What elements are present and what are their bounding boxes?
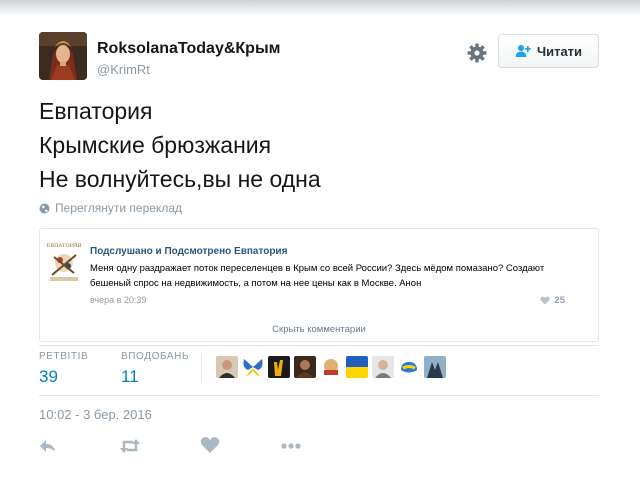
top-gradient-band xyxy=(0,0,640,14)
reply-icon[interactable] xyxy=(38,436,64,458)
divider xyxy=(39,395,599,396)
add-user-icon xyxy=(515,45,531,57)
avatar-portrait-icon xyxy=(39,32,87,80)
tweet-text: Евпатория Крымские брюзжания Не волнуйте… xyxy=(39,94,321,196)
retweets-count[interactable]: 39 xyxy=(39,367,58,387)
likes-label: ВПОДОБАНЬ xyxy=(121,351,190,362)
avatar[interactable] xyxy=(39,32,87,80)
stats-separator xyxy=(201,353,202,383)
tweet-line: Крымские брюзжания xyxy=(39,132,272,158)
embedded-post-image[interactable]: ЕВПАТОРИЯ Подслушано и Подсмотрено Евпат… xyxy=(39,228,599,342)
liker-avatar[interactable] xyxy=(346,356,368,378)
liker-avatar[interactable] xyxy=(216,356,238,378)
liker-avatar[interactable] xyxy=(268,356,290,378)
globe-icon xyxy=(39,203,50,213)
tweet-line: Не волнуйтесь,вы не одна xyxy=(39,166,321,192)
liker-avatar[interactable] xyxy=(320,356,342,378)
liker-avatar[interactable] xyxy=(398,356,420,378)
embed-text: Меня одну раздражает поток переселенцев … xyxy=(90,263,545,289)
liker-avatar[interactable] xyxy=(372,356,394,378)
embed-time: вчера в 20:39 xyxy=(90,295,147,305)
liker-avatar[interactable] xyxy=(424,356,446,378)
tweet-line: Евпатория xyxy=(39,98,153,124)
translate-label: Переглянути переклад xyxy=(55,201,183,215)
liker-avatar[interactable] xyxy=(242,356,264,378)
gear-icon[interactable] xyxy=(466,42,488,64)
hide-comments-link: Скрыть комментарии xyxy=(272,324,366,335)
tweet-timestamp[interactable]: 10:02 - 3 бер. 2016 xyxy=(39,407,152,422)
follow-button[interactable]: Читати xyxy=(498,34,599,68)
profile-name[interactable]: RoksolanaToday&Крым xyxy=(97,40,280,58)
liker-avatar[interactable] xyxy=(294,356,316,378)
retweets-label: РЕТВІТІВ xyxy=(39,351,89,362)
community-logo: ЕВПАТОРИЯ xyxy=(46,241,82,285)
profile-handle[interactable]: @KrimRt xyxy=(97,62,150,77)
like-heart-icon[interactable] xyxy=(200,436,226,458)
heart-icon xyxy=(540,296,551,305)
embed-title[interactable]: Подслушано и Подсмотрено Евпатория xyxy=(90,246,287,257)
retweet-icon[interactable] xyxy=(119,436,145,458)
embed-likes-count: 25 xyxy=(554,295,565,306)
likes-count[interactable]: 11 xyxy=(121,367,139,387)
divider xyxy=(39,345,599,346)
more-options-icon[interactable] xyxy=(280,436,306,458)
liker-avatars xyxy=(216,356,446,378)
svg-text:ЕВПАТОРИЯ: ЕВПАТОРИЯ xyxy=(47,243,82,249)
embed-likes: 25 xyxy=(540,295,565,306)
follow-button-label: Читати xyxy=(536,43,583,59)
translate-link[interactable]: Переглянути переклад xyxy=(39,201,182,215)
